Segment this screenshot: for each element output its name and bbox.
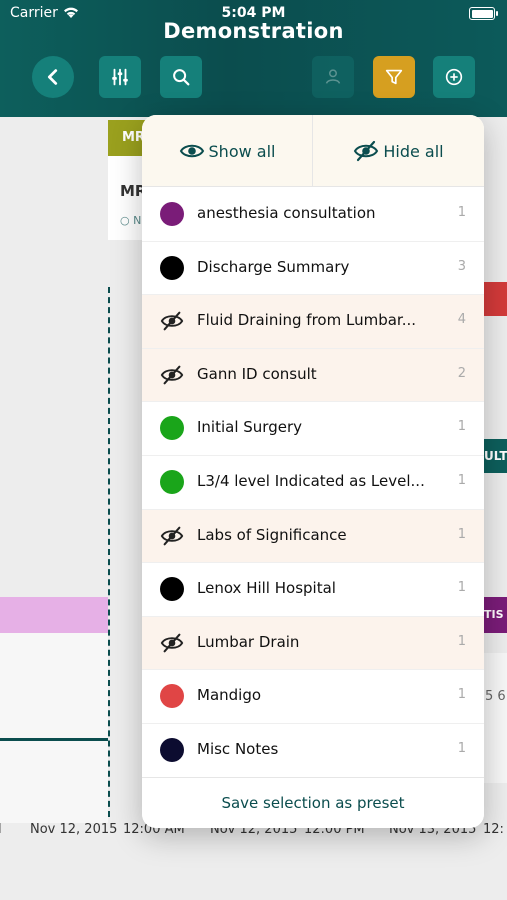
category-row[interactable]: Labs of Significance 1	[142, 509, 484, 564]
category-count: 1	[457, 687, 466, 703]
category-row[interactable]: Mandigo 1	[142, 670, 484, 724]
category-row[interactable]: Gann ID consult 2	[142, 348, 484, 403]
search-icon	[173, 69, 190, 86]
timeline-marker-line	[108, 287, 110, 817]
category-label: Lenox Hill Hospital	[197, 579, 336, 598]
category-label: Misc Notes	[197, 739, 279, 758]
category-label: Discharge Summary	[197, 257, 350, 276]
axis-label: Nov 12, 2015	[30, 822, 118, 837]
category-row[interactable]: Fluid Draining from Lumbar... 4	[142, 295, 484, 349]
timeline-band-red	[484, 282, 507, 316]
category-count: 1	[457, 472, 466, 488]
color-dot-icon	[160, 255, 184, 280]
hide-all-button[interactable]: Hide all	[313, 115, 484, 187]
category-row[interactable]: Lenox Hill Hospital 1	[142, 563, 484, 617]
color-dot-icon	[160, 416, 184, 441]
person-button[interactable]	[312, 56, 354, 98]
app-header: Carrier 5:04 PM Demonstration	[0, 0, 507, 117]
person-icon	[325, 69, 341, 84]
color-dot-icon	[160, 202, 184, 226]
filter-popover: Show all Hide all anesthesia consultatio…	[142, 115, 484, 828]
category-label: Labs of Significance	[197, 525, 347, 544]
category-count: 4	[457, 312, 466, 328]
timeline-track-line	[0, 738, 108, 741]
category-label: Fluid Draining from Lumbar...	[197, 311, 417, 330]
filter-icon	[385, 69, 403, 85]
sliders-icon	[112, 68, 128, 86]
color-dot-icon	[160, 577, 184, 602]
add-icon	[445, 68, 463, 86]
category-count: 1	[457, 526, 466, 542]
eye-off-icon	[160, 363, 184, 387]
timeline-block	[0, 633, 108, 823]
timeline-numbers: 5 6	[485, 689, 506, 704]
category-label: Mandigo	[197, 686, 262, 705]
eye-off-icon	[160, 309, 184, 333]
search-button[interactable]	[160, 56, 202, 98]
category-label: Lumbar Drain	[197, 632, 300, 651]
eye-off-icon	[160, 524, 184, 548]
timeline-block-right	[484, 653, 507, 783]
eye-icon	[179, 144, 204, 158]
category-label: L3/4 level Indicated as Level...	[197, 471, 425, 490]
timeline-tag-teal: ULT	[484, 439, 507, 473]
category-label: Gann ID consult	[197, 364, 317, 383]
timeline-tag-purple: TIS	[484, 597, 507, 633]
category-row[interactable]: anesthesia consultation 1	[142, 188, 484, 242]
add-button[interactable]	[433, 56, 475, 98]
category-count: 1	[457, 740, 466, 756]
category-label: anesthesia consultation	[197, 204, 376, 222]
timeline-band-pink	[0, 597, 108, 633]
color-dot-icon	[160, 684, 184, 709]
category-row[interactable]: Lumbar Drain 1	[142, 616, 484, 671]
settings-sliders-button[interactable]	[99, 56, 141, 98]
category-row[interactable]: Initial Surgery 1	[142, 402, 484, 456]
category-count: 1	[457, 205, 466, 220]
category-count: 1	[457, 633, 466, 649]
color-dot-icon	[160, 469, 184, 494]
color-dot-icon	[160, 737, 184, 762]
category-count: 1	[457, 419, 466, 435]
axis-label: l	[0, 822, 2, 837]
category-row[interactable]: L3/4 level Indicated as Level... 1	[142, 455, 484, 510]
save-preset-button[interactable]: Save selection as preset	[142, 777, 484, 828]
filter-button[interactable]	[373, 56, 415, 98]
category-row[interactable]: Discharge Summary 3	[142, 241, 484, 296]
back-icon	[47, 69, 58, 85]
eye-off-icon	[354, 140, 379, 162]
category-count: 3	[457, 258, 466, 274]
category-count: 2	[457, 365, 466, 381]
category-list: anesthesia consultation 1 Discharge Summar…	[142, 188, 484, 778]
axis-label: 12:	[483, 822, 504, 837]
category-count: 1	[457, 580, 466, 596]
back-button[interactable]	[32, 56, 74, 98]
eye-off-icon	[160, 631, 184, 655]
hide-all-label: Hide all	[383, 141, 444, 161]
page-title: Demonstration	[163, 19, 344, 43]
category-label: Initial Surgery	[197, 418, 302, 437]
show-all-button[interactable]: Show all	[142, 115, 312, 187]
visibility-toggle-bar: Show all Hide all	[142, 115, 484, 187]
card-bullet: ○ N	[120, 214, 142, 227]
category-row[interactable]: Misc Notes 1	[142, 723, 484, 778]
show-all-label: Show all	[208, 141, 276, 161]
